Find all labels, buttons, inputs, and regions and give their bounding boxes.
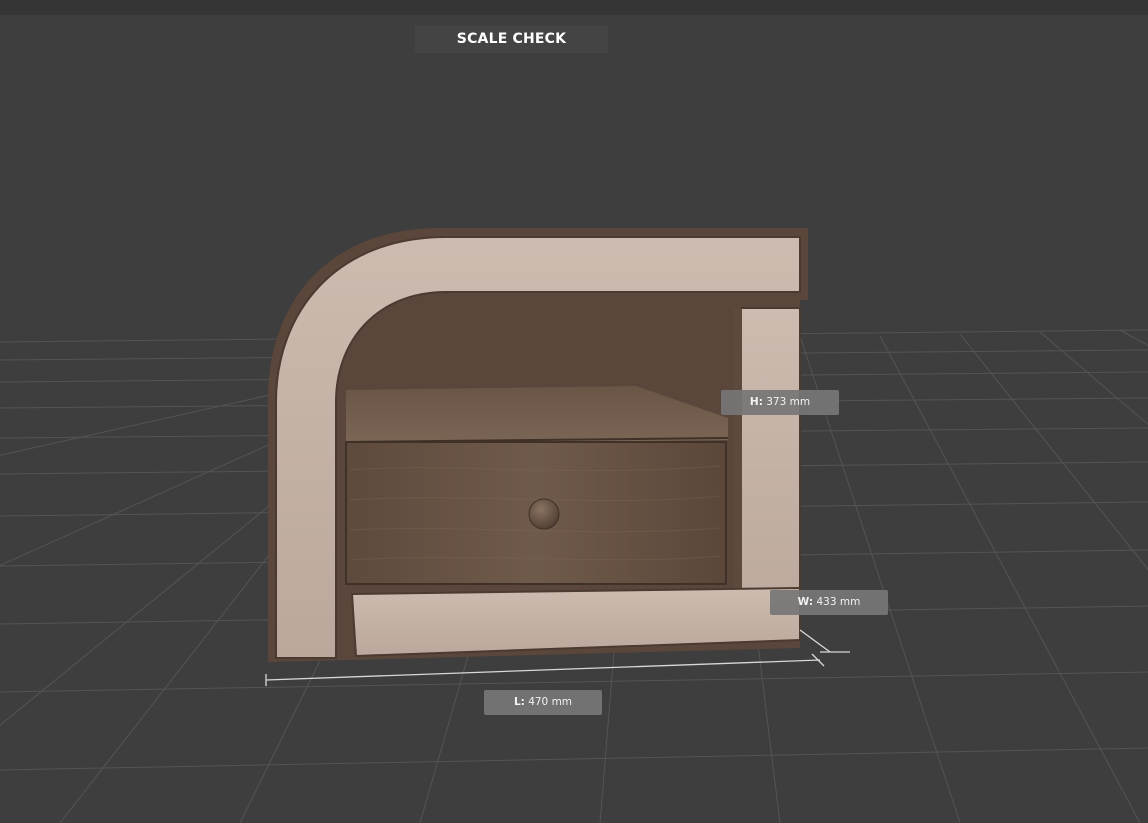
width-key: W: [797, 596, 814, 608]
nightstand-model[interactable] [268, 228, 808, 662]
drawer-knob[interactable] [528, 498, 560, 530]
width-value: 433 mm [816, 596, 861, 608]
height-dimension-label: H: 373 mm [721, 390, 839, 415]
3d-viewport[interactable]: SCALE CHECK H: 373 mm W: 433 mm L: 470 m… [0, 0, 1148, 823]
page-title: SCALE CHECK [415, 26, 608, 53]
measure-width-line [799, 629, 850, 653]
height-value: 373 mm [766, 396, 811, 408]
length-key: L: [513, 696, 525, 708]
length-dimension-label: L: 470 mm [484, 690, 602, 715]
width-dimension-label: W: 433 mm [770, 590, 888, 615]
length-value: 470 mm [528, 696, 573, 708]
inner-rail [734, 308, 742, 588]
height-key: H: [749, 396, 763, 408]
